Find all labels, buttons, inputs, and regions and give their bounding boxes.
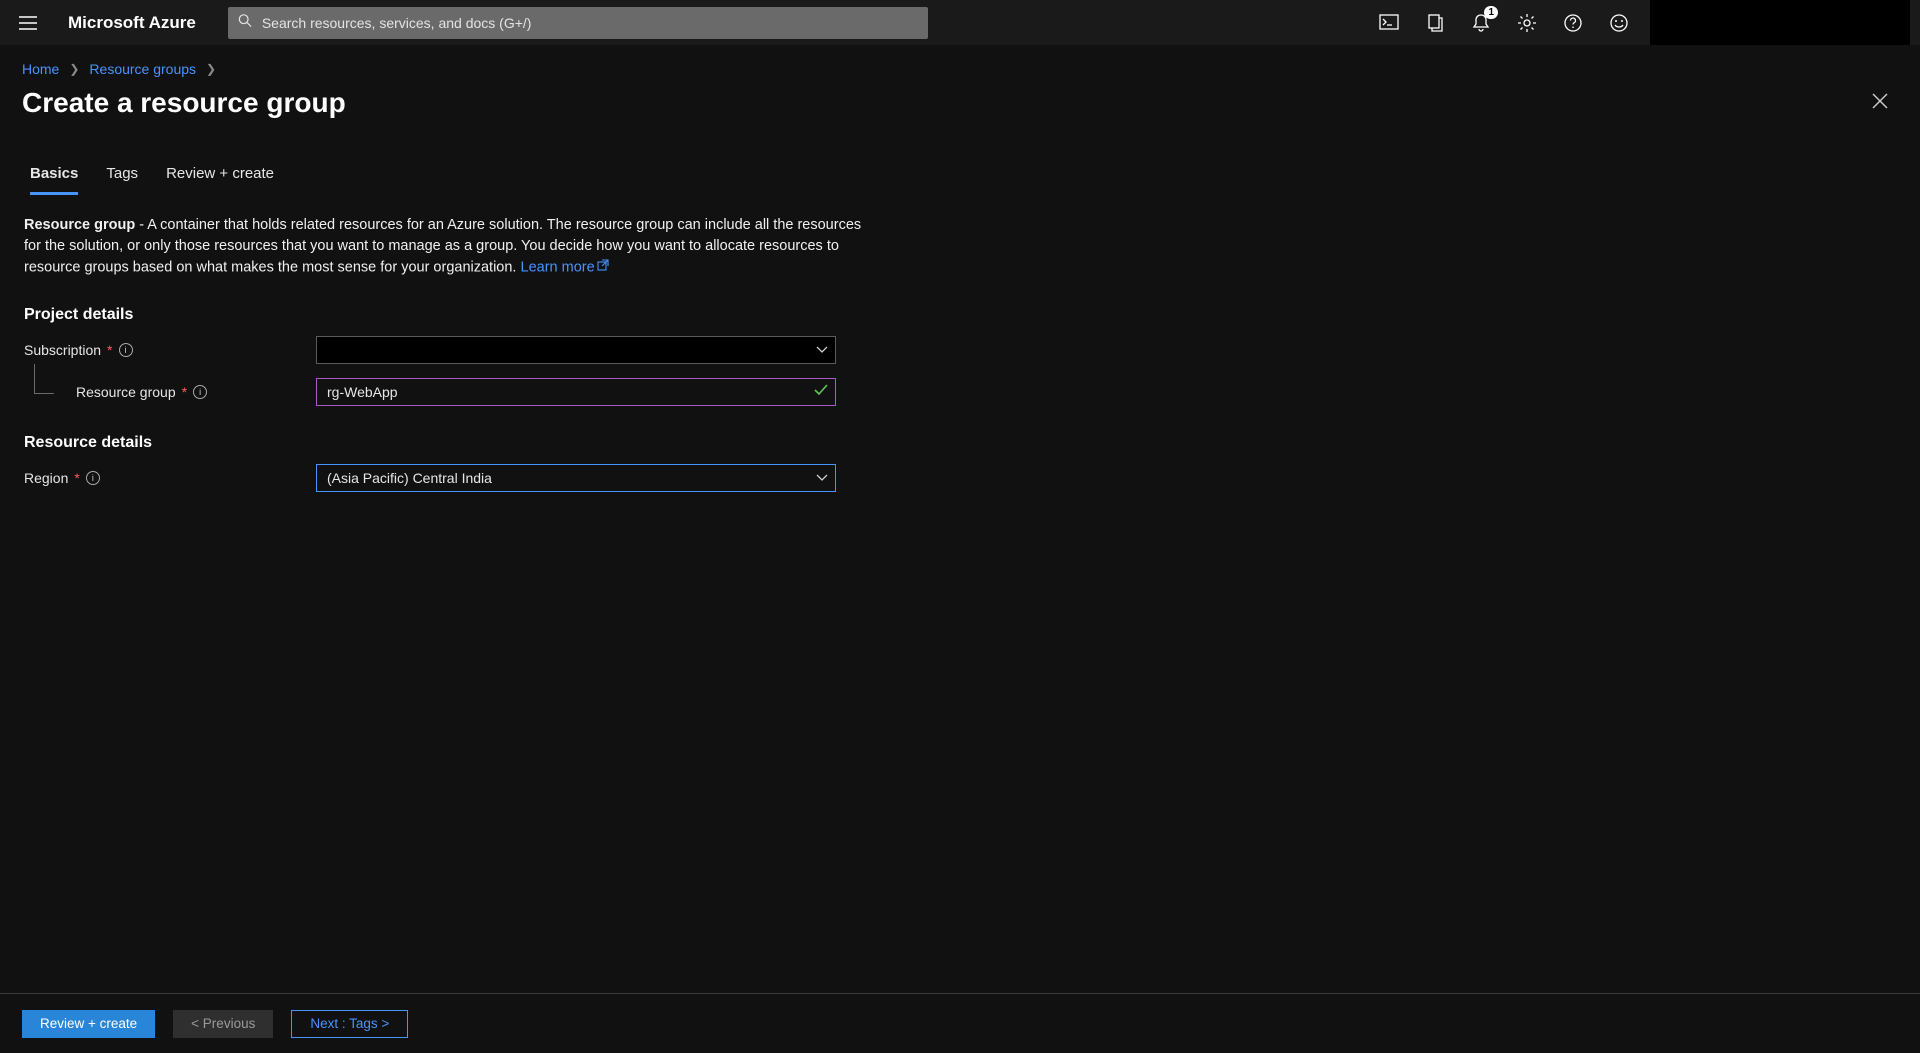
breadcrumb: Home ❯ Resource groups ❯: [0, 45, 1920, 83]
topbar: Microsoft Azure 1: [0, 0, 1920, 45]
menu-icon[interactable]: [10, 5, 46, 41]
footer-bar: Review + create < Previous Next : Tags >: [0, 993, 1920, 1053]
description-text: Resource group - A container that holds …: [24, 215, 876, 278]
settings-icon[interactable]: [1516, 12, 1538, 34]
required-asterisk: *: [182, 384, 187, 400]
description-lead: Resource group: [24, 217, 135, 233]
account-area[interactable]: [1650, 0, 1910, 45]
section-project-details: Project details: [24, 306, 876, 324]
previous-button: < Previous: [173, 1010, 273, 1038]
breadcrumb-resource-groups[interactable]: Resource groups: [89, 61, 196, 77]
info-icon[interactable]: i: [193, 385, 207, 399]
region-label: Region: [24, 470, 68, 486]
tab-review-create[interactable]: Review + create: [166, 165, 274, 195]
brand-label: Microsoft Azure: [68, 13, 196, 33]
next-tags-button[interactable]: Next : Tags >: [291, 1010, 408, 1038]
checkmark-icon: [814, 383, 828, 401]
external-link-icon: [597, 257, 609, 278]
subscription-dropdown[interactable]: [316, 336, 836, 364]
field-region: Region * i: [24, 464, 876, 492]
breadcrumb-home[interactable]: Home: [22, 61, 59, 77]
section-resource-details: Resource details: [24, 434, 876, 452]
tree-connector: [34, 364, 54, 394]
feedback-icon[interactable]: [1608, 12, 1630, 34]
cloudshell-icon[interactable]: [1378, 12, 1400, 34]
tab-basics[interactable]: Basics: [30, 165, 78, 195]
chevron-right-icon: ❯: [206, 62, 216, 76]
info-icon[interactable]: i: [119, 343, 133, 357]
review-create-button[interactable]: Review + create: [22, 1010, 155, 1038]
close-icon[interactable]: [1866, 87, 1894, 115]
search-wrap: [228, 7, 928, 39]
info-icon[interactable]: i: [86, 471, 100, 485]
description-body: - A container that holds related resourc…: [24, 217, 861, 275]
title-bar: Create a resource group: [0, 83, 1920, 131]
resource-group-label: Resource group: [76, 384, 176, 400]
field-resource-group: Resource group * i: [24, 378, 876, 406]
field-subscription: Subscription * i: [24, 336, 876, 364]
region-dropdown[interactable]: [316, 464, 836, 492]
directories-icon[interactable]: [1424, 12, 1446, 34]
help-icon[interactable]: [1562, 12, 1584, 34]
search-icon: [238, 13, 252, 32]
required-asterisk: *: [74, 470, 79, 486]
tab-tags[interactable]: Tags: [106, 165, 138, 195]
required-asterisk: *: [107, 342, 112, 358]
tab-bar: Basics Tags Review + create: [0, 131, 1920, 195]
learn-more-link[interactable]: Learn more: [521, 259, 595, 275]
form-content: Resource group - A container that holds …: [0, 195, 900, 492]
notifications-icon[interactable]: 1: [1470, 12, 1492, 34]
page-title: Create a resource group: [22, 87, 346, 119]
resource-group-input[interactable]: [316, 378, 836, 406]
notification-badge: 1: [1484, 6, 1498, 19]
subscription-label: Subscription: [24, 342, 101, 358]
topbar-icons: 1: [1378, 12, 1630, 34]
chevron-right-icon: ❯: [69, 62, 79, 76]
search-input[interactable]: [228, 7, 928, 39]
